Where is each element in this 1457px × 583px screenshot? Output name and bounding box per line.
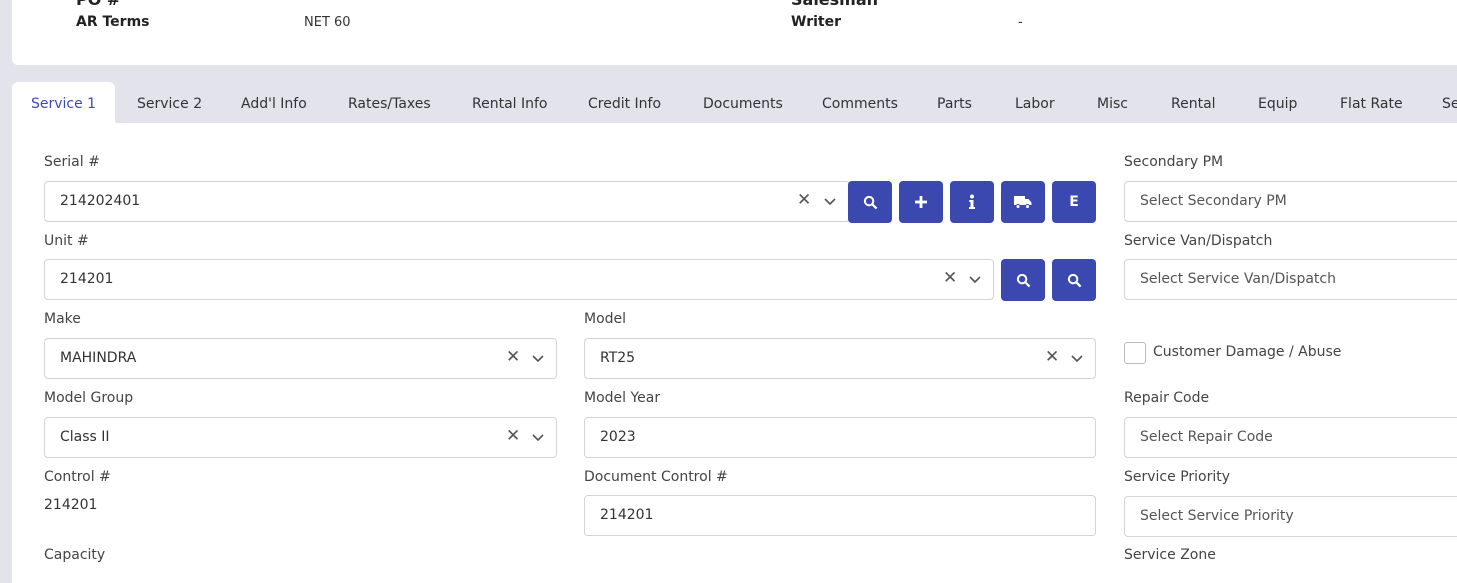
clear-icon[interactable]: ✕ bbox=[506, 347, 520, 367]
clear-icon[interactable]: ✕ bbox=[1045, 347, 1059, 367]
tab-equip[interactable]: Equip bbox=[1258, 82, 1297, 123]
tab-misc[interactable]: Misc bbox=[1097, 82, 1128, 123]
secondary-pm-placeholder: Select Secondary PM bbox=[1140, 193, 1287, 209]
repair-code-select[interactable]: Select Repair Code bbox=[1124, 417, 1457, 458]
secondary-pm-select[interactable]: Select Secondary PM bbox=[1124, 181, 1457, 222]
repair-code-placeholder: Select Repair Code bbox=[1140, 429, 1273, 445]
unit-select[interactable]: 214201 ✕ bbox=[44, 259, 994, 300]
model-select[interactable]: RT25 ✕ bbox=[584, 338, 1096, 379]
writer-value: - bbox=[1018, 15, 1023, 30]
clear-icon[interactable]: ✕ bbox=[797, 190, 811, 210]
secondary-pm-label: Secondary PM bbox=[1124, 154, 1224, 170]
service-van-label: Service Van/Dispatch bbox=[1124, 233, 1273, 249]
model-year-input[interactable]: 2023 bbox=[584, 417, 1096, 458]
model-group-value: Class II bbox=[60, 429, 110, 445]
search-icon bbox=[1067, 273, 1081, 287]
model-year-label: Model Year bbox=[584, 390, 661, 406]
serial-label: Serial # bbox=[44, 154, 100, 170]
chevron-down-icon[interactable] bbox=[1069, 350, 1085, 366]
tab-comments[interactable]: Comments bbox=[822, 82, 898, 123]
document-control-input[interactable]: 214201 bbox=[584, 495, 1096, 536]
search-icon bbox=[863, 195, 877, 209]
ar-terms-value: NET 60 bbox=[304, 15, 351, 30]
document-control-value: 214201 bbox=[600, 507, 654, 523]
service-van-placeholder: Select Service Van/Dispatch bbox=[1140, 271, 1336, 287]
truck-icon bbox=[1014, 196, 1032, 209]
plus-icon bbox=[915, 196, 927, 208]
tab-rates-taxes[interactable]: Rates/Taxes bbox=[348, 82, 431, 123]
serial-search-button[interactable] bbox=[848, 181, 892, 223]
tab-labor[interactable]: Labor bbox=[1015, 82, 1055, 123]
customer-damage-label: Customer Damage / Abuse bbox=[1153, 344, 1342, 360]
salesman-label: Salesman bbox=[791, 0, 878, 9]
capacity-label: Capacity bbox=[44, 547, 106, 563]
unit-actions bbox=[1001, 259, 1097, 301]
service-van-select[interactable]: Select Service Van/Dispatch bbox=[1124, 259, 1457, 300]
model-value: RT25 bbox=[600, 350, 636, 366]
control-label: Control # bbox=[44, 469, 111, 485]
tab-bar: Service 1 Service 2 Add'l Info Rates/Tax… bbox=[12, 82, 1457, 123]
serial-value: 214202401 bbox=[60, 193, 141, 209]
make-select[interactable]: MAHINDRA ✕ bbox=[44, 338, 557, 379]
service-1-panel: Serial # 214202401 ✕ E Unit # 214201 ✕ M… bbox=[12, 123, 1457, 583]
e-label: E bbox=[1069, 194, 1079, 210]
service-priority-label: Service Priority bbox=[1124, 469, 1231, 485]
order-header-card: PO # Salesman AR Terms NET 60 Writer - bbox=[12, 0, 1457, 65]
service-zone-label: Service Zone bbox=[1124, 547, 1216, 563]
customer-damage-checkbox[interactable] bbox=[1124, 342, 1146, 364]
writer-label: Writer bbox=[791, 14, 841, 30]
control-value: 214201 bbox=[44, 497, 98, 513]
ar-terms-label: AR Terms bbox=[76, 14, 150, 30]
serial-select[interactable]: 214202401 ✕ bbox=[44, 181, 850, 222]
unit-search-button[interactable] bbox=[1001, 259, 1045, 301]
chevron-down-icon[interactable] bbox=[822, 193, 838, 209]
clear-icon[interactable]: ✕ bbox=[943, 268, 957, 288]
model-group-select[interactable]: Class II ✕ bbox=[44, 417, 557, 458]
search-icon bbox=[1016, 273, 1030, 287]
tab-flat-rate[interactable]: Flat Rate bbox=[1340, 82, 1403, 123]
unit-search-alt-button[interactable] bbox=[1052, 259, 1096, 301]
repair-code-label: Repair Code bbox=[1124, 390, 1210, 406]
tab-rental[interactable]: Rental bbox=[1171, 82, 1216, 123]
model-year-value: 2023 bbox=[600, 429, 636, 445]
tab-documents[interactable]: Documents bbox=[703, 82, 783, 123]
service-priority-placeholder: Select Service Priority bbox=[1140, 508, 1294, 524]
tab-addl-info[interactable]: Add'l Info bbox=[241, 82, 307, 123]
tab-parts[interactable]: Parts bbox=[937, 82, 972, 123]
model-label: Model bbox=[584, 311, 627, 327]
po-label: PO # bbox=[76, 0, 120, 9]
serial-info-button[interactable] bbox=[950, 181, 994, 223]
chevron-down-icon[interactable] bbox=[530, 429, 546, 445]
clear-icon[interactable]: ✕ bbox=[506, 426, 520, 446]
info-icon bbox=[969, 194, 975, 209]
make-value: MAHINDRA bbox=[60, 350, 137, 366]
serial-actions: E bbox=[848, 181, 1108, 223]
tab-rental-info[interactable]: Rental Info bbox=[472, 82, 548, 123]
service-priority-select[interactable]: Select Service Priority bbox=[1124, 496, 1457, 537]
unit-value: 214201 bbox=[60, 271, 114, 287]
tab-more[interactable]: Se bbox=[1442, 82, 1457, 123]
chevron-down-icon[interactable] bbox=[530, 350, 546, 366]
tab-credit-info[interactable]: Credit Info bbox=[588, 82, 661, 123]
unit-label: Unit # bbox=[44, 233, 89, 249]
tab-service-2[interactable]: Service 2 bbox=[137, 82, 202, 123]
serial-truck-button[interactable] bbox=[1001, 181, 1045, 223]
make-label: Make bbox=[44, 311, 81, 327]
chevron-down-icon[interactable] bbox=[967, 271, 983, 287]
document-control-label: Document Control # bbox=[584, 469, 728, 485]
serial-e-button[interactable]: E bbox=[1052, 181, 1096, 223]
model-group-label: Model Group bbox=[44, 390, 134, 406]
tab-service-1[interactable]: Service 1 bbox=[12, 82, 115, 123]
serial-add-button[interactable] bbox=[899, 181, 943, 223]
